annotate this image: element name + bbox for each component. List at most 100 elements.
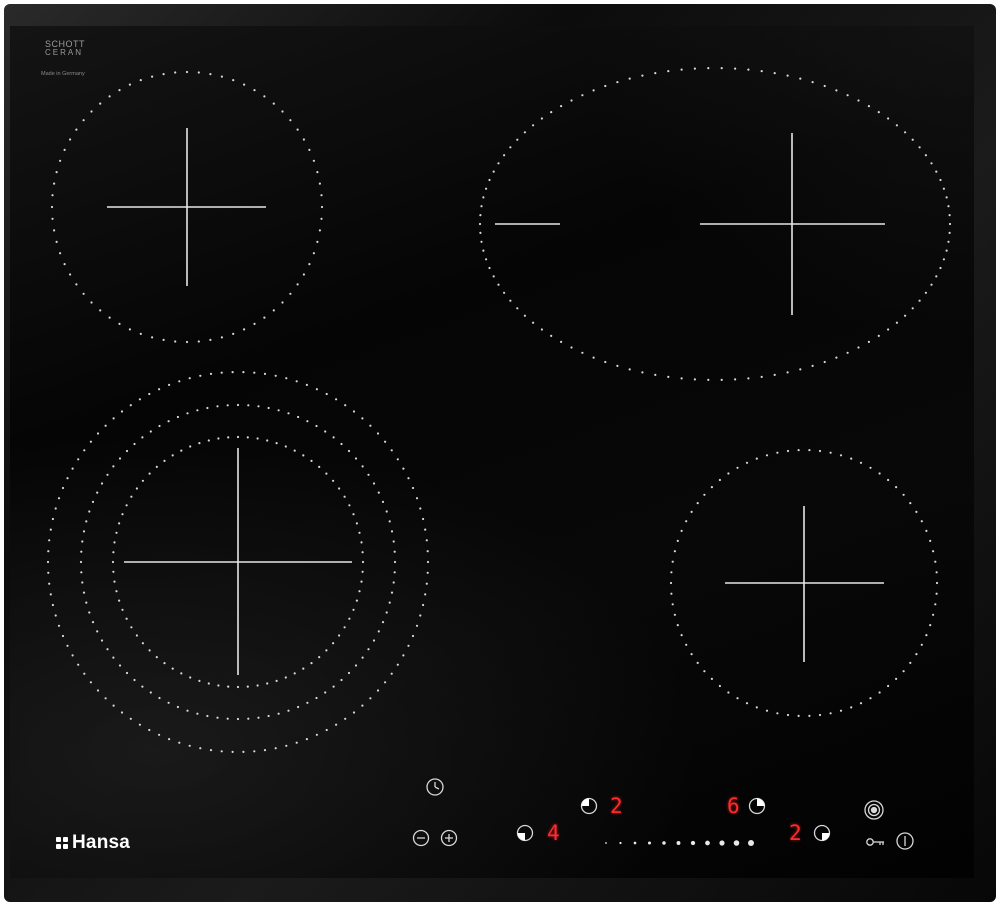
control-panel (412, 778, 914, 850)
zone-outer-outline-dot (419, 507, 422, 510)
zone-middle-outline-dot (347, 671, 351, 675)
zone-outline-dot (920, 520, 923, 523)
zone-selector-icon-rear-left[interactable] (580, 797, 598, 815)
zone-middle-outline-dot (118, 457, 122, 460)
power-level-slider[interactable] (605, 840, 754, 846)
zone-outline-dot (570, 346, 573, 349)
zone-outline-dot (488, 266, 491, 270)
zone-outer-outline-dot (352, 711, 356, 714)
zone-outer-outline-dot (71, 467, 74, 470)
zone-outline-dot (667, 375, 670, 378)
zone-outline-dot (616, 364, 619, 367)
zone-outer-outline-dot (242, 750, 245, 754)
zone-outer-outline-dot (168, 738, 171, 741)
zone-outline-dot (669, 581, 673, 585)
zone-outline-dot (877, 334, 880, 337)
zone-outer-outline-dot (48, 582, 51, 585)
zone-outer-outline-dot (335, 398, 338, 401)
zone-outline-dot (673, 550, 677, 553)
display-front-right: 2 (789, 821, 802, 845)
zone-outer-outline-dot (54, 507, 57, 510)
zone-outer-outline-dot (402, 654, 405, 657)
zone-middle-outline-dot (167, 701, 170, 704)
zone-selector-icon-front-left[interactable] (516, 824, 534, 842)
slider-segment[interactable] (662, 841, 666, 845)
zone-selector-icon-front-right[interactable] (813, 824, 831, 842)
minus-icon[interactable] (412, 829, 430, 847)
slider-segment[interactable] (733, 840, 740, 846)
zone-outline-dot (670, 571, 673, 574)
zone-inner-outline-dot (293, 449, 296, 452)
zone-inner-outline-dot (112, 570, 115, 573)
zone-outer-outline-dot (361, 704, 364, 707)
dual-circuit-icon[interactable] (864, 800, 884, 820)
zone-middle-outline-dot (385, 510, 388, 513)
zone-middle-outline-dot (361, 656, 364, 659)
zone-outer-outline-dot (178, 741, 181, 744)
key-lock-icon[interactable] (866, 838, 884, 846)
zone-outer-outline-dot (274, 747, 277, 750)
zone-outline-dot (680, 377, 683, 380)
zone-inner-outline-dot (130, 626, 133, 629)
zone-middle-outline-dot (216, 405, 219, 408)
zone-outer-outline-dot (188, 377, 191, 380)
zone-outline-dot (604, 84, 607, 88)
clock-icon[interactable] (426, 778, 444, 796)
slider-segment[interactable] (647, 841, 652, 845)
zone-inner-outline-dot (113, 541, 116, 544)
zone-outer-outline-dot (148, 728, 151, 732)
zone-outline-dot (823, 84, 826, 88)
zone-outer-outline-dot (49, 593, 52, 596)
slider-segment[interactable] (690, 840, 696, 846)
zone-middle-outline-dot (91, 500, 95, 503)
zone-outline-dot (232, 332, 235, 335)
display-front-left: 4 (547, 821, 560, 845)
zone-outline-dot (302, 138, 305, 141)
zone-outline-dot (272, 102, 275, 105)
zone-outer-outline-dot (77, 663, 80, 666)
zone-outline-dot (492, 275, 495, 278)
zone-inner-outline-dot (284, 676, 287, 679)
slider-segment[interactable] (705, 840, 710, 846)
zone-middle-outline-dot (277, 712, 280, 715)
plus-icon[interactable] (440, 829, 458, 847)
zone-inner-outline-dot (318, 656, 321, 659)
zone-outline-dot (671, 603, 674, 606)
zone-middle-outline-dot (340, 442, 343, 446)
zone-outline-dot (197, 71, 200, 74)
slider-segment[interactable] (605, 842, 607, 844)
slider-segment[interactable] (619, 841, 622, 845)
zone-outline-dot (948, 231, 951, 234)
zone-outer-outline-dot (425, 539, 428, 542)
zone-inner-outline-dot (121, 513, 124, 516)
zone-outer-outline-dot (199, 747, 202, 750)
zone-outline-dot (895, 486, 898, 489)
zone-outline-dot (296, 128, 299, 131)
slider-segment[interactable] (748, 840, 754, 846)
zone-outline-dot (727, 691, 730, 694)
power-icon[interactable] (896, 832, 914, 850)
zone-outline-dot (685, 520, 688, 523)
zone-outline-dot (734, 378, 737, 381)
zone-outline-dot (523, 131, 527, 134)
zone-outline-dot (51, 194, 54, 197)
zone-middle-outline-dot (332, 436, 335, 439)
zone-outer-outline-dot (402, 467, 405, 470)
zone-outline-dot (925, 529, 928, 533)
zone-outline-dot (482, 249, 485, 252)
slider-segment[interactable] (719, 840, 725, 846)
zone-inner-outline-dot (332, 479, 335, 482)
zone-middle-outline-dot (306, 701, 309, 704)
zone-outer-outline-dot (369, 697, 372, 700)
zone-outer-outline-dot (66, 477, 69, 480)
slider-segment[interactable] (676, 841, 681, 845)
zone-inner-outline-dot (361, 570, 364, 573)
zone-outer-outline-dot (120, 711, 124, 714)
zone-middle-outline-dot (315, 424, 318, 428)
zone-outline-dot (108, 95, 111, 98)
zone-outline-dot (479, 231, 482, 234)
zone-outer-outline-dot (220, 750, 223, 753)
zone-middle-outline-dot (257, 716, 260, 719)
zone-selector-icon-rear-right[interactable] (748, 797, 766, 815)
slider-segment[interactable] (633, 841, 637, 845)
